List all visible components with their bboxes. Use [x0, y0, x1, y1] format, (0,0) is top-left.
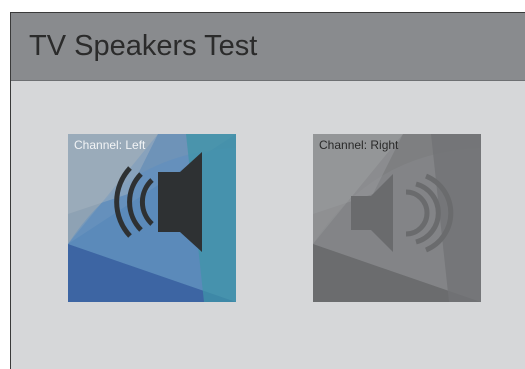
channel-left-tile[interactable]: Channel: Left	[68, 134, 236, 302]
speaker-left-icon	[68, 134, 236, 302]
channel-left-label: Channel: Left	[74, 138, 146, 152]
header-bar: TV Speakers Test	[11, 13, 525, 81]
speaker-right-icon	[313, 134, 481, 302]
channel-right-tile[interactable]: Channel: Right	[313, 134, 481, 302]
channel-right-label: Channel: Right	[319, 138, 399, 152]
page-title: TV Speakers Test	[29, 30, 258, 62]
tv-screen: TV Speakers Test Channel: Left Channel: …	[10, 12, 525, 369]
